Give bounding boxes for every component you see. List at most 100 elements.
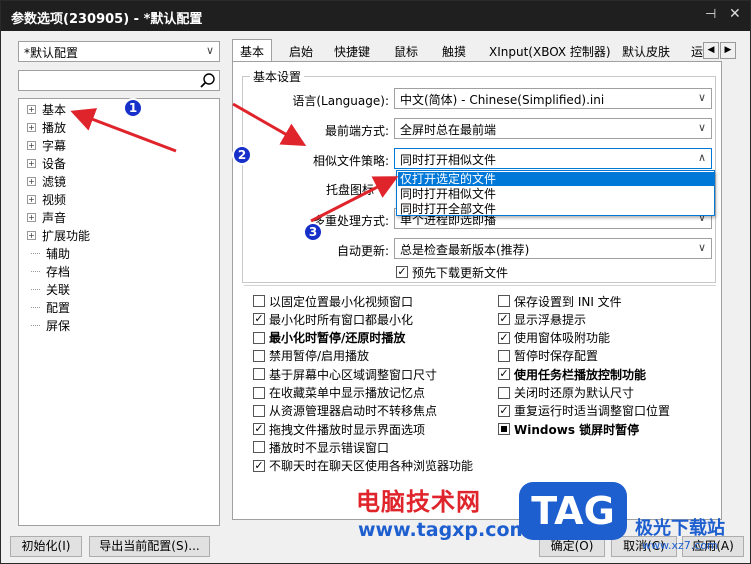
topmost-value: 全屏时总在最前端 — [400, 123, 497, 137]
watermark-site: 极光下载站 — [635, 518, 725, 539]
tree-item[interactable]: + 字幕 — [27, 136, 66, 154]
option-checkbox[interactable]: 最小化时暂停/还原时播放 — [253, 330, 405, 346]
topmost-select[interactable]: 全屏时总在最前端 ∨ — [394, 118, 712, 139]
option-checkbox[interactable]: 保存设置到 INI 文件 — [498, 293, 622, 309]
option-checkbox[interactable]: ✓ 显示浮悬提示 — [498, 311, 586, 327]
dropdown-option[interactable]: 同时打开相似文件 — [398, 187, 714, 201]
tree-item[interactable]: 辅助 — [27, 244, 70, 262]
similar-file-select[interactable]: 同时打开相似文件 ∧ — [394, 148, 712, 169]
dropdown-option[interactable]: 同时打开全部文件 — [398, 202, 714, 216]
option-checkbox[interactable]: ✓ 重复运行时适当调整窗口位置 — [498, 403, 670, 419]
tree-item[interactable]: + 声音 — [27, 208, 66, 226]
checkbox-box[interactable] — [498, 349, 510, 362]
chevron-down-icon: ∨ — [697, 241, 706, 254]
option-checkbox[interactable]: 基于屏幕中心区域调整窗口尺寸 — [253, 366, 437, 382]
option-checkbox[interactable]: 以固定位置最小化视频窗口 — [253, 293, 413, 309]
expand-icon[interactable]: + — [27, 140, 36, 150]
checkbox-box[interactable]: ✓ — [498, 404, 510, 417]
tree-connector — [31, 252, 40, 254]
tab-4[interactable]: 触摸 — [435, 40, 473, 61]
checkbox-box[interactable] — [498, 295, 510, 307]
option-checkbox[interactable]: ✓ 拖拽文件播放时显示界面选项 — [253, 421, 425, 437]
tree-item-label: 滤镜 — [42, 174, 67, 189]
checkbox-box[interactable] — [253, 368, 265, 381]
option-checkbox[interactable]: ✓ 使用窗体吸附功能 — [498, 330, 610, 346]
option-checkbox[interactable]: 从资源管理器启动时不转移焦点 — [253, 403, 437, 419]
tree-item[interactable]: 配置 — [27, 298, 70, 316]
checkbox-box[interactable] — [253, 295, 265, 307]
option-checkbox[interactable]: 禁用暂停/启用播放 — [253, 348, 369, 364]
expand-icon[interactable]: + — [27, 212, 36, 222]
search-icon[interactable] — [199, 72, 216, 89]
similar-file-dropdown[interactable]: 仅打开选定的文件 同时打开相似文件 同时打开全部文件 — [396, 170, 715, 216]
close-icon[interactable]: ✕ — [729, 6, 741, 22]
tree-item[interactable]: 关联 — [27, 280, 70, 298]
tree-item[interactable]: + 视频 — [27, 190, 66, 208]
option-checkbox[interactable]: Windows 锁屏时暂停 — [498, 421, 639, 437]
option-checkbox[interactable]: 在收藏菜单中显示播放记忆点 — [253, 385, 425, 401]
tab-scroll-left[interactable]: ◀ — [703, 42, 719, 59]
dropdown-option[interactable]: 仅打开选定的文件 — [398, 172, 714, 186]
preset-select[interactable]: *默认配置 ∨ — [18, 41, 220, 62]
option-label: 拖拽文件播放时显示界面选项 — [269, 422, 426, 437]
tree-item[interactable]: + 播放 — [27, 118, 66, 136]
predownload-checkbox[interactable]: ✓ 预先下载更新文件 — [396, 264, 508, 280]
expand-icon[interactable]: + — [27, 176, 36, 186]
tab-1[interactable]: 启始 — [282, 40, 320, 61]
checkbox-box[interactable] — [253, 331, 265, 344]
tab-5[interactable]: XInput(XBOX 控制器) — [482, 40, 618, 61]
expand-icon[interactable]: + — [27, 104, 36, 114]
tree-item[interactable]: + 滤镜 — [27, 172, 66, 190]
checkbox-box[interactable] — [253, 349, 265, 362]
option-label: 禁用暂停/启用播放 — [269, 349, 370, 364]
checkbox-box[interactable]: ✓ — [253, 423, 265, 436]
tree-item-label: 扩展功能 — [42, 228, 91, 243]
option-checkbox[interactable]: ✓ 最小化时所有窗口都最小化 — [253, 311, 413, 327]
expand-icon[interactable]: + — [27, 122, 36, 132]
tree-item[interactable]: + 设备 — [27, 154, 66, 172]
tab-2[interactable]: 快捷键 — [327, 40, 377, 61]
step-badge-2: 2 — [232, 145, 252, 165]
tab-0[interactable]: 基本 — [232, 39, 273, 62]
option-checkbox[interactable]: 关闭时还原为默认尺寸 — [498, 385, 634, 401]
checkbox-box[interactable]: ✓ — [498, 368, 510, 381]
checkbox-box[interactable]: ✓ — [253, 313, 265, 326]
option-checkbox[interactable]: 暂停时保存配置 — [498, 348, 598, 364]
language-select[interactable]: 中文(简体) - Chinese(Simplified).ini ∨ — [394, 88, 712, 109]
auto-update-select[interactable]: 总是检查最新版本(推荐) ∨ — [394, 238, 712, 259]
tab-3[interactable]: 鼠标 — [387, 40, 425, 61]
checkbox-box[interactable] — [498, 423, 510, 436]
tree-item[interactable]: 存档 — [27, 262, 70, 280]
expand-icon[interactable]: + — [27, 194, 36, 204]
checkbox-box[interactable]: ✓ — [498, 313, 510, 326]
checkbox-box[interactable] — [498, 386, 510, 399]
export-config-button[interactable]: 导出当前配置(S)... — [89, 536, 210, 557]
language-value: 中文(简体) - Chinese(Simplified).ini — [400, 93, 605, 107]
watermark-url: www.tagxp.com — [358, 519, 530, 541]
tab-6[interactable]: 默认皮肤 — [615, 40, 677, 61]
option-checkbox[interactable]: ✓ 不聊天时在聊天区使用各种浏览器功能 — [253, 458, 473, 474]
auto-update-label: 自动更新: — [336, 244, 389, 258]
checkbox-box[interactable] — [253, 441, 265, 454]
checkbox-box[interactable] — [253, 386, 265, 399]
search-input[interactable] — [18, 70, 220, 91]
expand-icon[interactable]: + — [27, 158, 36, 168]
tree-item[interactable]: + 基本 — [27, 100, 66, 118]
option-checkbox[interactable]: ✓ 使用任务栏播放控制功能 — [498, 366, 646, 382]
tree-item-label: 基本 — [42, 102, 67, 117]
expand-icon[interactable]: + — [27, 230, 36, 240]
tree-item[interactable]: + 扩展功能 — [27, 226, 90, 244]
option-checkbox[interactable]: 播放时不显示错误窗口 — [253, 439, 389, 455]
similar-file-value: 同时打开相似文件 — [400, 153, 497, 167]
tab-scroll-right[interactable]: ▶ — [720, 42, 736, 59]
checkbox-box[interactable] — [253, 404, 265, 417]
checkbox-box[interactable]: ✓ — [498, 331, 510, 344]
tree-item-label: 配置 — [46, 300, 71, 315]
tree-item[interactable]: 屏保 — [27, 316, 70, 334]
checkbox-box[interactable]: ✓ — [253, 459, 265, 472]
category-tree: + 基本 + 播放 + 字幕 + 设备 + 滤镜 + 视频 + 声音 + 扩展功能 辅助 存档 关联 配置 屏保 — [18, 98, 220, 526]
similar-file-label: 相似文件策略: — [312, 154, 389, 168]
pin-icon[interactable]: ⊣ — [705, 7, 716, 22]
initialize-button[interactable]: 初始化(I) — [10, 536, 82, 557]
checkbox-box[interactable]: ✓ — [396, 266, 408, 278]
